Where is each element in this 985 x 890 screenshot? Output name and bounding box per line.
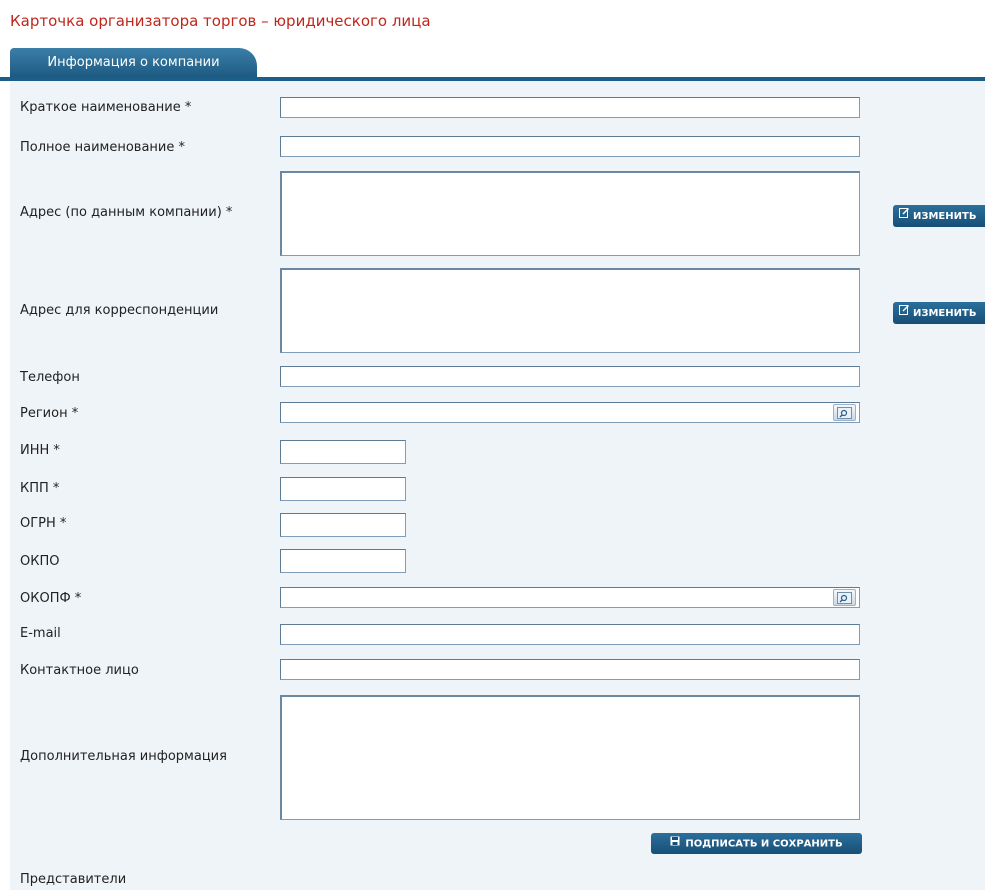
lookup-icon xyxy=(837,591,852,604)
contact-person-label: Контактное лицо xyxy=(20,663,139,678)
representatives-section-title: Представители xyxy=(20,872,127,887)
contact-person-input[interactable] xyxy=(280,659,860,680)
okopf-field[interactable] xyxy=(280,587,860,608)
company-address-textarea[interactable] xyxy=(280,171,860,256)
okpo-label: ОКПО xyxy=(20,554,60,569)
ogrn-input[interactable] xyxy=(280,513,406,537)
region-field[interactable] xyxy=(280,402,860,423)
additional-info-textarea[interactable] xyxy=(280,695,860,820)
okopf-lookup-button[interactable] xyxy=(833,589,856,606)
sign-and-save-button[interactable]: ПОДПИСАТЬ И СОХРАНИТЬ xyxy=(651,833,862,854)
edit-postal-address-label: ИЗМЕНИТЬ xyxy=(913,308,977,319)
lookup-icon xyxy=(837,406,852,419)
page-title: Карточка организатора торгов – юридическ… xyxy=(10,12,431,30)
inn-input[interactable] xyxy=(280,440,406,464)
edit-icon xyxy=(899,205,910,227)
tab-company-info[interactable]: Информация о компании xyxy=(10,48,257,77)
region-lookup-button[interactable] xyxy=(833,404,856,421)
short-name-input[interactable] xyxy=(280,97,860,118)
phone-label: Телефон xyxy=(20,370,80,385)
additional-info-label: Дополнительная информация xyxy=(20,749,227,764)
company-address-label: Адрес (по данным компании) * xyxy=(20,205,233,220)
full-name-label: Полное наименование * xyxy=(20,140,186,155)
okopf-label: ОКОПФ * xyxy=(20,591,82,606)
kpp-input[interactable] xyxy=(280,477,406,501)
email-input[interactable] xyxy=(280,624,860,645)
edit-company-address-button[interactable]: ИЗМЕНИТЬ xyxy=(893,205,985,227)
full-name-input[interactable] xyxy=(280,136,860,157)
edit-postal-address-button[interactable]: ИЗМЕНИТЬ xyxy=(893,302,985,324)
phone-input[interactable] xyxy=(280,366,860,387)
postal-address-textarea[interactable] xyxy=(280,268,860,353)
edit-icon xyxy=(899,302,910,324)
save-icon xyxy=(670,833,680,854)
inn-label: ИНН * xyxy=(20,443,60,458)
short-name-label: Краткое наименование * xyxy=(20,100,192,115)
tab-bar: Информация о компании xyxy=(0,48,985,81)
sign-and-save-label: ПОДПИСАТЬ И СОХРАНИТЬ xyxy=(685,838,843,850)
kpp-label: КПП * xyxy=(20,481,60,496)
ogrn-label: ОГРН * xyxy=(20,516,67,531)
region-label: Регион * xyxy=(20,406,79,421)
email-label: E-mail xyxy=(20,626,61,641)
edit-company-address-label: ИЗМЕНИТЬ xyxy=(913,211,977,222)
postal-address-label: Адрес для корреспонденции xyxy=(20,303,219,318)
okpo-input[interactable] xyxy=(280,549,406,573)
company-info-form: Краткое наименование * Полное наименован… xyxy=(10,81,985,890)
